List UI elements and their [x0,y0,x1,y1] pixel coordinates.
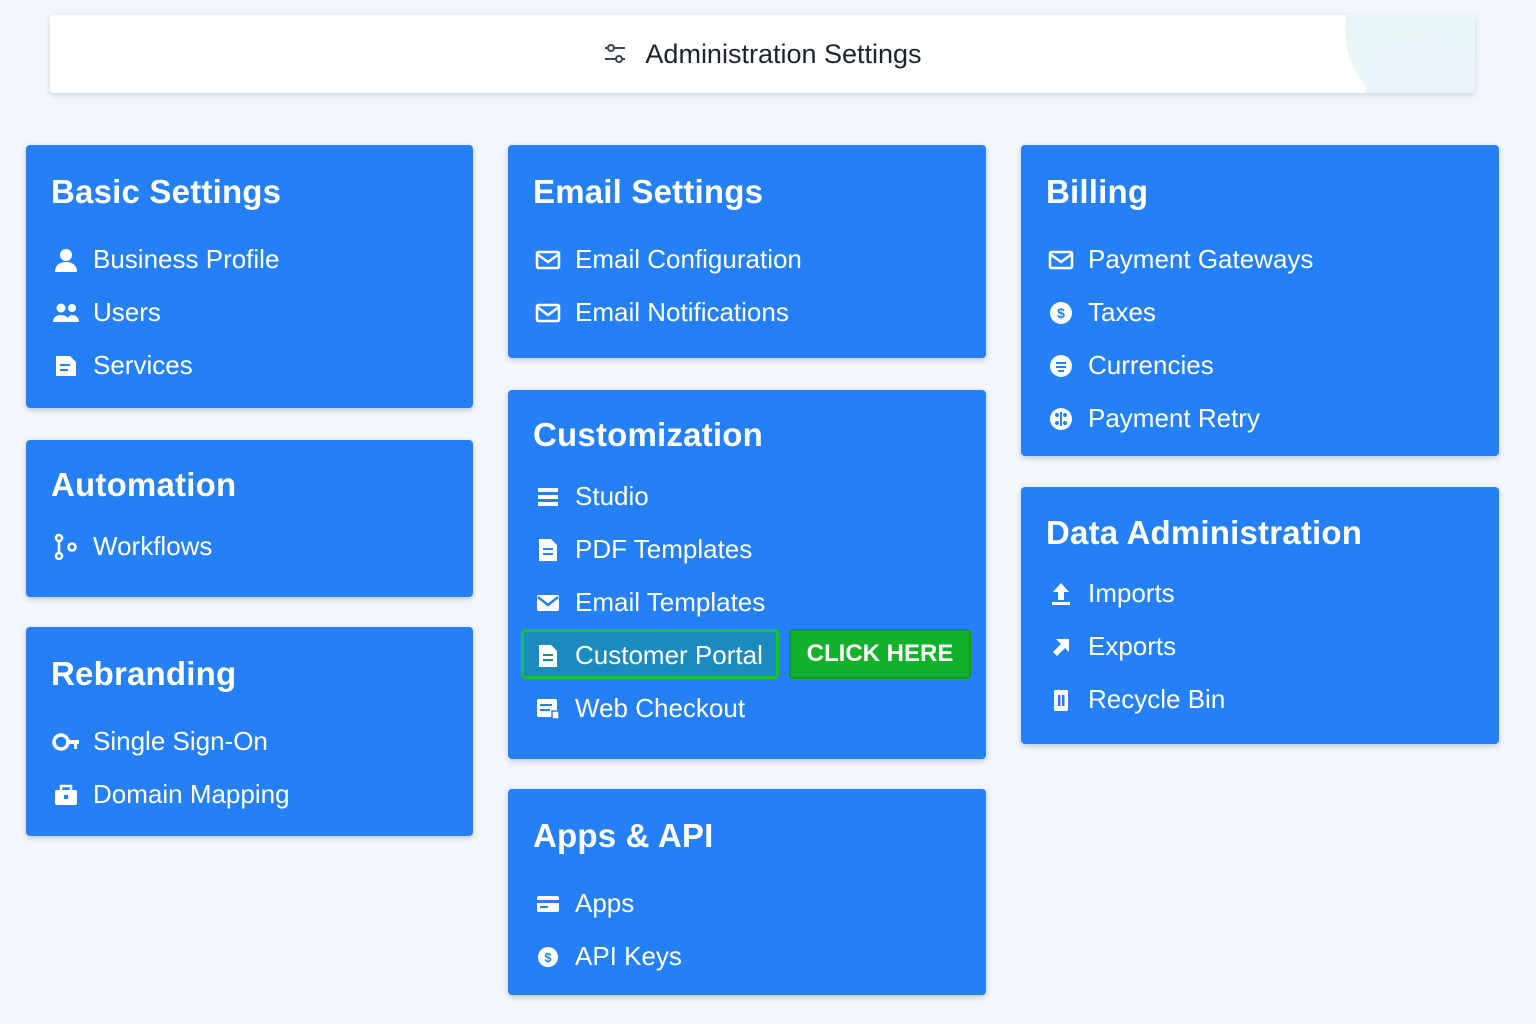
menu-item-label: Currencies [1088,350,1214,380]
card-email-settings: Email Settings Email Configuration Email… [508,145,986,358]
menu-item-label: PDF Templates [575,534,753,564]
envelope-icon [533,245,563,275]
envelope-icon [533,298,563,328]
menu-item-email-templates[interactable]: Email Templates [533,576,966,629]
menu-item-exports[interactable]: Exports [1046,620,1479,673]
menu-item-customer-portal[interactable]: Customer Portal CLICK HERE [521,629,971,682]
card-basic-settings: Basic Settings Business Profile Users Se… [26,145,473,408]
menu-item-studio[interactable]: Studio [533,470,966,523]
card-icon [533,889,563,919]
menu-item-label: Imports [1088,578,1175,608]
menu-item-label: API Keys [575,941,682,971]
page-title: Administration Settings [645,38,922,69]
arrow-up-right-icon [1046,632,1076,662]
menu-item-label: Web Checkout [575,693,746,723]
envelope-icon [1046,245,1076,275]
menu-item-web-checkout[interactable]: Web Checkout [533,682,966,735]
menu-item-imports[interactable]: Imports [1046,567,1479,620]
card-data-administration: Data Administration Imports Exports Recy… [1021,487,1499,744]
menu-item-payment-retry[interactable]: Payment Retry [1046,392,1479,445]
card-title: Email Settings [533,173,764,210]
checkout-icon [533,694,563,724]
click-here-button[interactable]: CLICK HERE [789,629,971,679]
menu-item-workflows[interactable]: Workflows [51,520,453,573]
menu-item-users[interactable]: Users [51,286,453,339]
menu-item-label: Taxes [1088,297,1156,327]
menu-item-taxes[interactable]: $ Taxes [1046,286,1479,339]
menu-item-label: Email Notifications [575,297,789,327]
sliders-icon [603,41,627,67]
users-icon [51,298,81,328]
file-icon [533,641,563,671]
card-rebranding: Rebranding Single Sign-On Domain Mapping [26,627,473,836]
card-automation: Automation Workflows [26,440,473,597]
mail-icon [533,588,563,618]
menu-item-label: Studio [575,481,649,511]
menu-item-label: Exports [1088,631,1177,661]
currency-icon [1046,351,1076,381]
menu-item-services[interactable]: Services [51,339,453,392]
menu-item-label: Payment Retry [1088,403,1260,433]
coin-icon: $ [533,942,563,972]
menu-item-apps[interactable]: Apps [533,877,966,930]
menu-item-single-sign-on[interactable]: Single Sign-On [51,715,453,768]
menu-item-label: Domain Mapping [93,779,290,809]
retry-icon [1046,404,1076,434]
card-title: Customization [533,416,763,453]
card-title: Rebranding [51,655,237,692]
menu-item-label: Customer Portal [575,640,763,670]
menu-item-label: Payment Gateways [1088,244,1314,274]
card-title: Automation [51,466,237,503]
card-customization: Customization Studio PDF Templates Email… [508,390,986,759]
card-apps-api: Apps & API Apps $ API Keys [508,789,986,995]
menu-item-label: Business Profile [93,244,280,274]
workflow-icon [51,532,81,562]
menu-item-label: Services [93,350,193,380]
document-icon [51,351,81,381]
menu-item-payment-gateways[interactable]: Payment Gateways [1046,233,1479,286]
menu-item-email-configuration[interactable]: Email Configuration [533,233,966,286]
briefcase-icon [51,780,81,810]
upload-icon [1046,579,1076,609]
menu-item-business-profile[interactable]: Business Profile [51,233,453,286]
list-icon [533,482,563,512]
menu-item-currencies[interactable]: Currencies [1046,339,1479,392]
card-title: Apps & API [533,817,714,854]
header-bar: Administration Settings [50,15,1475,93]
svg-text:$: $ [544,950,552,965]
key-icon [51,727,81,757]
menu-item-label: Email Templates [575,587,766,617]
menu-item-label: Email Configuration [575,244,802,274]
menu-item-label: Workflows [93,531,213,561]
trash-icon [1046,685,1076,715]
menu-item-recycle-bin[interactable]: Recycle Bin [1046,673,1479,726]
card-title: Data Administration [1046,514,1363,551]
menu-item-api-keys[interactable]: $ API Keys [533,930,966,983]
card-title: Basic Settings [51,173,282,210]
menu-item-label: Users [93,297,161,327]
card-billing: Billing Payment Gateways $ Taxes Currenc… [1021,145,1499,456]
menu-item-domain-mapping[interactable]: Domain Mapping [51,768,453,821]
menu-item-label: Single Sign-On [93,726,268,756]
dollar-coin-icon: $ [1046,298,1076,328]
file-icon [533,535,563,565]
svg-text:$: $ [1057,305,1065,321]
user-icon [51,245,81,275]
menu-item-label: Recycle Bin [1088,684,1226,714]
menu-item-label: Apps [575,888,635,918]
card-title: Billing [1046,173,1149,210]
menu-item-email-notifications[interactable]: Email Notifications [533,286,966,339]
menu-item-pdf-templates[interactable]: PDF Templates [533,523,966,576]
